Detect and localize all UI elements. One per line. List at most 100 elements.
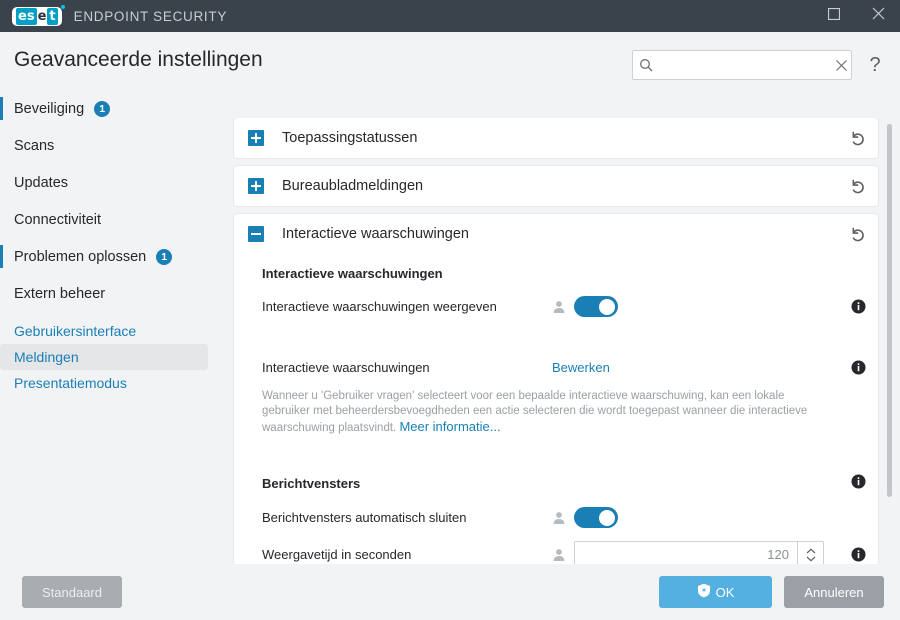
revert-arrow-icon[interactable] — [849, 130, 866, 147]
user-icon — [552, 548, 566, 562]
setting-label: Berichtvensters automatisch sluiten — [262, 510, 467, 525]
selection-mark — [0, 97, 3, 120]
info-icon[interactable] — [840, 299, 866, 314]
revert-arrow-icon[interactable] — [849, 178, 866, 195]
sidebar-subitem-label: Meldingen — [14, 349, 79, 365]
help-button[interactable]: ? — [862, 50, 888, 80]
settings-scroll-area: Toepassingstatussen Bureaubladmeldingen — [230, 118, 900, 564]
sidebar-item-label: Beveiliging — [14, 100, 85, 117]
sidebar-subitem-label: Gebruikersinterface — [14, 323, 137, 339]
sidebar-item-meldingen[interactable]: Meldingen — [0, 344, 208, 370]
panel-title: Interactieve waarschuwingen — [282, 226, 469, 242]
panel-body: Interactieve waarschuwingen Interactieve… — [234, 254, 878, 564]
search-box[interactable] — [632, 50, 852, 80]
sidebar-item-label: Updates — [14, 174, 69, 191]
setting-row-interactive-alerts-edit: Interactieve waarschuwingen Bewerken — [262, 352, 866, 383]
selection-mark — [0, 245, 3, 268]
ok-button[interactable]: OK — [659, 576, 772, 608]
panel-toepassingstatussen: Toepassingstatussen — [234, 118, 878, 158]
sidebar: Geavanceerde instellingen Beveiliging 1 … — [0, 32, 263, 620]
app-title: ENDPOINT SECURITY — [73, 8, 228, 24]
body-area: Geavanceerde instellingen Beveiliging 1 … — [0, 32, 900, 620]
sidebar-item-problemen-oplossen[interactable]: Problemen oplossen 1 — [0, 238, 230, 275]
panel-bureaubladmeldingen: Bureaubladmeldingen — [234, 166, 878, 206]
close-button[interactable] — [856, 0, 900, 32]
sidebar-item-updates[interactable]: Updates — [0, 164, 230, 201]
sidebar-item-extern-beheer[interactable]: Extern beheer — [0, 275, 230, 312]
sidebar-item-label: Connectiviteit — [14, 211, 102, 228]
more-info-link[interactable]: Meer informatie... — [399, 419, 500, 434]
panel-title: Bureaubladmeldingen — [282, 178, 424, 194]
toggle-show-interactive-alerts[interactable] — [574, 296, 618, 317]
panel-header[interactable]: Interactieve waarschuwingen — [234, 214, 878, 254]
sidebar-item-gebruikersinterface[interactable]: Gebruikersinterface — [0, 318, 208, 344]
shield-icon — [697, 583, 711, 601]
collapse-minus-icon[interactable] — [248, 226, 264, 242]
setting-row-auto-close-message-windows: Berichtvensters automatisch sluiten — [262, 502, 866, 533]
panel-header[interactable]: Bureaubladmeldingen — [234, 166, 878, 206]
hint-body: Wanneer u 'Gebruiker vragen' selecteert … — [262, 390, 808, 434]
toggle-auto-close-message-windows[interactable] — [574, 507, 618, 528]
setting-row-show-interactive-alerts: Interactieve waarschuwingen weergeven — [262, 291, 866, 322]
edit-link-interactive-alerts[interactable]: Bewerken — [552, 360, 610, 375]
group-title-berichtvensters: Berichtvensters — [262, 466, 866, 502]
sidebar-item-label: Scans — [14, 137, 55, 154]
sidebar-item-presentatiemodus[interactable]: Presentatiemodus — [0, 370, 208, 396]
window-controls — [812, 0, 900, 32]
search-input[interactable] — [659, 57, 835, 73]
default-button[interactable]: Standaard — [22, 576, 122, 608]
info-icon[interactable] — [840, 547, 866, 562]
main-toolbar: ? — [230, 32, 900, 118]
main-content: ? Toepassingstatussen Bureaubladmeldinge… — [230, 32, 900, 620]
sidebar-item-badge: 1 — [156, 248, 173, 265]
sidebar-nav: Beveiliging 1 Scans Updates Connectivite… — [0, 90, 230, 564]
stepper-buttons[interactable] — [797, 542, 823, 564]
setting-label: Interactieve waarschuwingen — [262, 360, 430, 375]
revert-arrow-icon[interactable] — [849, 226, 866, 243]
ok-button-label: OK — [715, 584, 735, 600]
cancel-button[interactable]: Annuleren — [784, 576, 884, 608]
panel-title: Toepassingstatussen — [282, 130, 418, 146]
logo-dot-icon — [60, 4, 65, 9]
info-icon[interactable] — [840, 360, 866, 375]
expand-plus-icon[interactable] — [248, 130, 264, 146]
page-title: Geavanceerde instellingen — [14, 48, 263, 71]
group-title-label: Berichtvensters — [262, 475, 361, 491]
sidebar-item-label: Extern beheer — [14, 285, 106, 302]
chevron-up-icon — [806, 547, 815, 553]
expand-plus-icon[interactable] — [248, 178, 264, 194]
display-time-stepper[interactable] — [574, 541, 824, 564]
clear-icon[interactable] — [835, 59, 848, 72]
display-time-input[interactable] — [575, 542, 797, 564]
row-spacer — [262, 322, 866, 352]
logo-letter-e: e — [37, 8, 47, 24]
logo-letter-t: t — [47, 7, 58, 25]
eset-logo: es e t — [12, 4, 65, 26]
hint-text: Wanneer u 'Gebruiker vragen' selecteert … — [262, 383, 862, 436]
user-icon — [552, 300, 566, 314]
chevron-down-icon — [806, 556, 815, 562]
setting-label: Interactieve waarschuwingen weergeven — [262, 299, 497, 314]
info-icon[interactable] — [851, 474, 866, 492]
scrollbar-thumb[interactable] — [887, 124, 892, 498]
vertical-scrollbar[interactable] — [887, 124, 892, 558]
search-icon — [639, 58, 653, 72]
setting-row-display-time-seconds: Weergavetijd in seconden — [262, 539, 866, 564]
sidebar-item-scans[interactable]: Scans — [0, 127, 230, 164]
close-icon — [872, 7, 885, 25]
group-title-label: Interactieve waarschuwingen — [262, 266, 443, 281]
user-icon — [552, 511, 566, 525]
panel-interactieve-waarschuwingen: Interactieve waarschuwingen Interactieve… — [234, 214, 878, 564]
maximize-icon — [827, 7, 841, 25]
logo-letters-es: es — [16, 7, 37, 25]
sidebar-subitem-label: Presentatiemodus — [14, 375, 127, 391]
sidebar-item-beveiliging[interactable]: Beveiliging 1 — [0, 90, 230, 127]
panel-header[interactable]: Toepassingstatussen — [234, 118, 878, 158]
group-title-interactieve-waarschuwingen: Interactieve waarschuwingen — [262, 258, 866, 291]
setting-label: Weergavetijd in seconden — [262, 547, 412, 562]
title-bar: es e t ENDPOINT SECURITY — [0, 0, 900, 32]
sidebar-item-connectiviteit[interactable]: Connectiviteit — [0, 201, 230, 238]
sidebar-item-label: Problemen oplossen — [14, 248, 147, 265]
maximize-button[interactable] — [812, 0, 856, 32]
